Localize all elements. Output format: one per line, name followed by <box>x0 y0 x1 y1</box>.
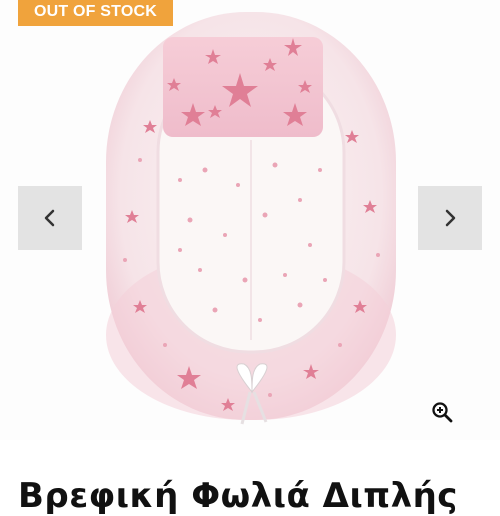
gallery-next-button[interactable] <box>418 186 482 250</box>
gallery-prev-button[interactable] <box>18 186 82 250</box>
chevron-left-icon <box>44 209 55 227</box>
product-gallery: OUT OF STOCK <box>0 0 500 440</box>
out-of-stock-badge: OUT OF STOCK <box>18 0 173 26</box>
zoom-button[interactable] <box>422 392 462 432</box>
product-title: Βρεφική Φωλιά Διπλής <box>18 476 458 516</box>
zoom-in-icon <box>432 402 453 423</box>
chevron-right-icon <box>445 209 456 227</box>
